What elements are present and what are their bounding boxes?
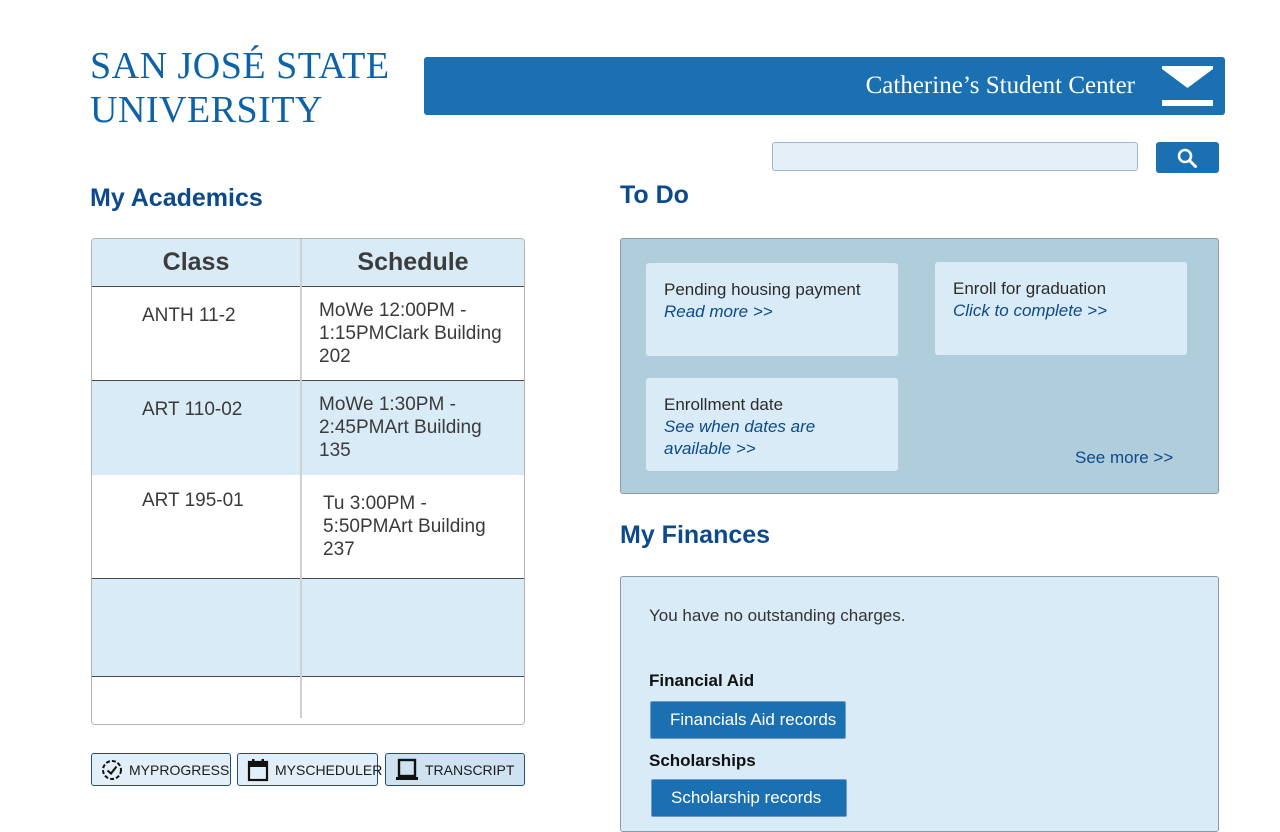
table-row-empty (92, 578, 524, 677)
academics-table: Class Schedule ANTH 11-2 MoWe 12:00PM - … (91, 238, 525, 725)
envelope-icon (1162, 66, 1213, 106)
todo-panel: Pending housing payment Read more >> Enr… (620, 238, 1219, 494)
logo-line-2: UNIVERSITY (90, 89, 323, 131)
class-cell (92, 578, 302, 677)
search-button[interactable] (1156, 142, 1219, 173)
class-cell (92, 676, 302, 718)
transcript-button[interactable]: TRANSCRIPT (385, 753, 525, 786)
class-cell: ART 110-02 (92, 380, 302, 475)
table-row[interactable]: ART 110-02 MoWe 1:30PM - 2:45PMArt Build… (92, 380, 524, 475)
column-header-schedule: Schedule (301, 239, 524, 287)
myprogress-label: MYPROGRESS (129, 761, 230, 778)
logo-line-1: SAN JOSÉ STATE (90, 45, 390, 87)
todo-title: Enroll for graduation (953, 279, 1107, 298)
myprogress-button[interactable]: MYPROGRESS (91, 753, 231, 786)
mail-button[interactable] (1162, 66, 1213, 106)
table-row[interactable]: ART 195-01 Tu 3:00PM - 5:50PMArt Buildin… (92, 474, 524, 579)
finances-panel: You have no outstanding charges. Financi… (620, 576, 1219, 832)
todo-link[interactable]: Read more >> (664, 301, 880, 323)
calendar-icon (247, 758, 269, 781)
financial-aid-records-button[interactable]: Financials Aid records (650, 701, 846, 739)
schedule-cell: MoWe 1:30PM - 2:45PMArt Building 135 (301, 380, 524, 475)
see-more-link[interactable]: See more >> (1075, 448, 1173, 468)
table-row-empty (92, 676, 524, 718)
todo-title: Pending housing payment (664, 280, 861, 299)
charges-note: You have no outstanding charges. (649, 606, 906, 625)
todo-card-housing[interactable]: Pending housing payment Read more >> (646, 263, 898, 356)
scholarships-label: Scholarships (649, 751, 756, 770)
laptop-icon (396, 758, 418, 780)
magnifier-icon (1177, 148, 1197, 168)
page-title: Catherine’s Student Center (865, 72, 1135, 99)
search-input[interactable] (772, 142, 1138, 171)
financial-aid-label: Financial Aid (649, 671, 755, 690)
my-finances-heading: My Finances (620, 521, 771, 549)
schedule-cell: MoWe 12:00PM - 1:15PMClark Building 202 (319, 300, 502, 367)
scholarship-records-button[interactable]: Scholarship records (651, 779, 847, 817)
todo-link[interactable]: Click to complete >> (953, 300, 1169, 322)
todo-heading: To Do (620, 181, 689, 209)
column-header-class: Class (92, 239, 302, 287)
todo-card-enrollment[interactable]: Enrollment date See when dates are avail… (646, 378, 898, 471)
schedule-cell (301, 578, 524, 677)
schedule-cell: Tu 3:00PM - 5:50PMArt Building 237 (323, 492, 486, 560)
class-cell: ANTH 11-2 (92, 286, 302, 381)
my-academics-heading: My Academics (90, 184, 263, 212)
myscheduler-button[interactable]: MYSCHEDULER (237, 753, 382, 786)
header-bar: Catherine’s Student Center (424, 57, 1225, 115)
transcript-label: TRANSCRIPT (425, 761, 515, 778)
table-row[interactable]: ANTH 11-2 MoWe 12:00PM - 1:15PMClark Bui… (92, 286, 524, 381)
class-cell: ART 195-01 (92, 474, 302, 579)
todo-card-graduation[interactable]: Enroll for graduation Click to complete … (935, 262, 1187, 355)
schedule-cell (301, 676, 524, 718)
progress-check-icon (102, 759, 122, 780)
todo-link[interactable]: See when dates are available >> (664, 416, 880, 460)
todo-title: Enrollment date (664, 395, 784, 414)
university-logo[interactable]: SAN JOSÉ STATE UNIVERSITY (90, 44, 400, 132)
myscheduler-label: MYSCHEDULER (275, 761, 383, 778)
